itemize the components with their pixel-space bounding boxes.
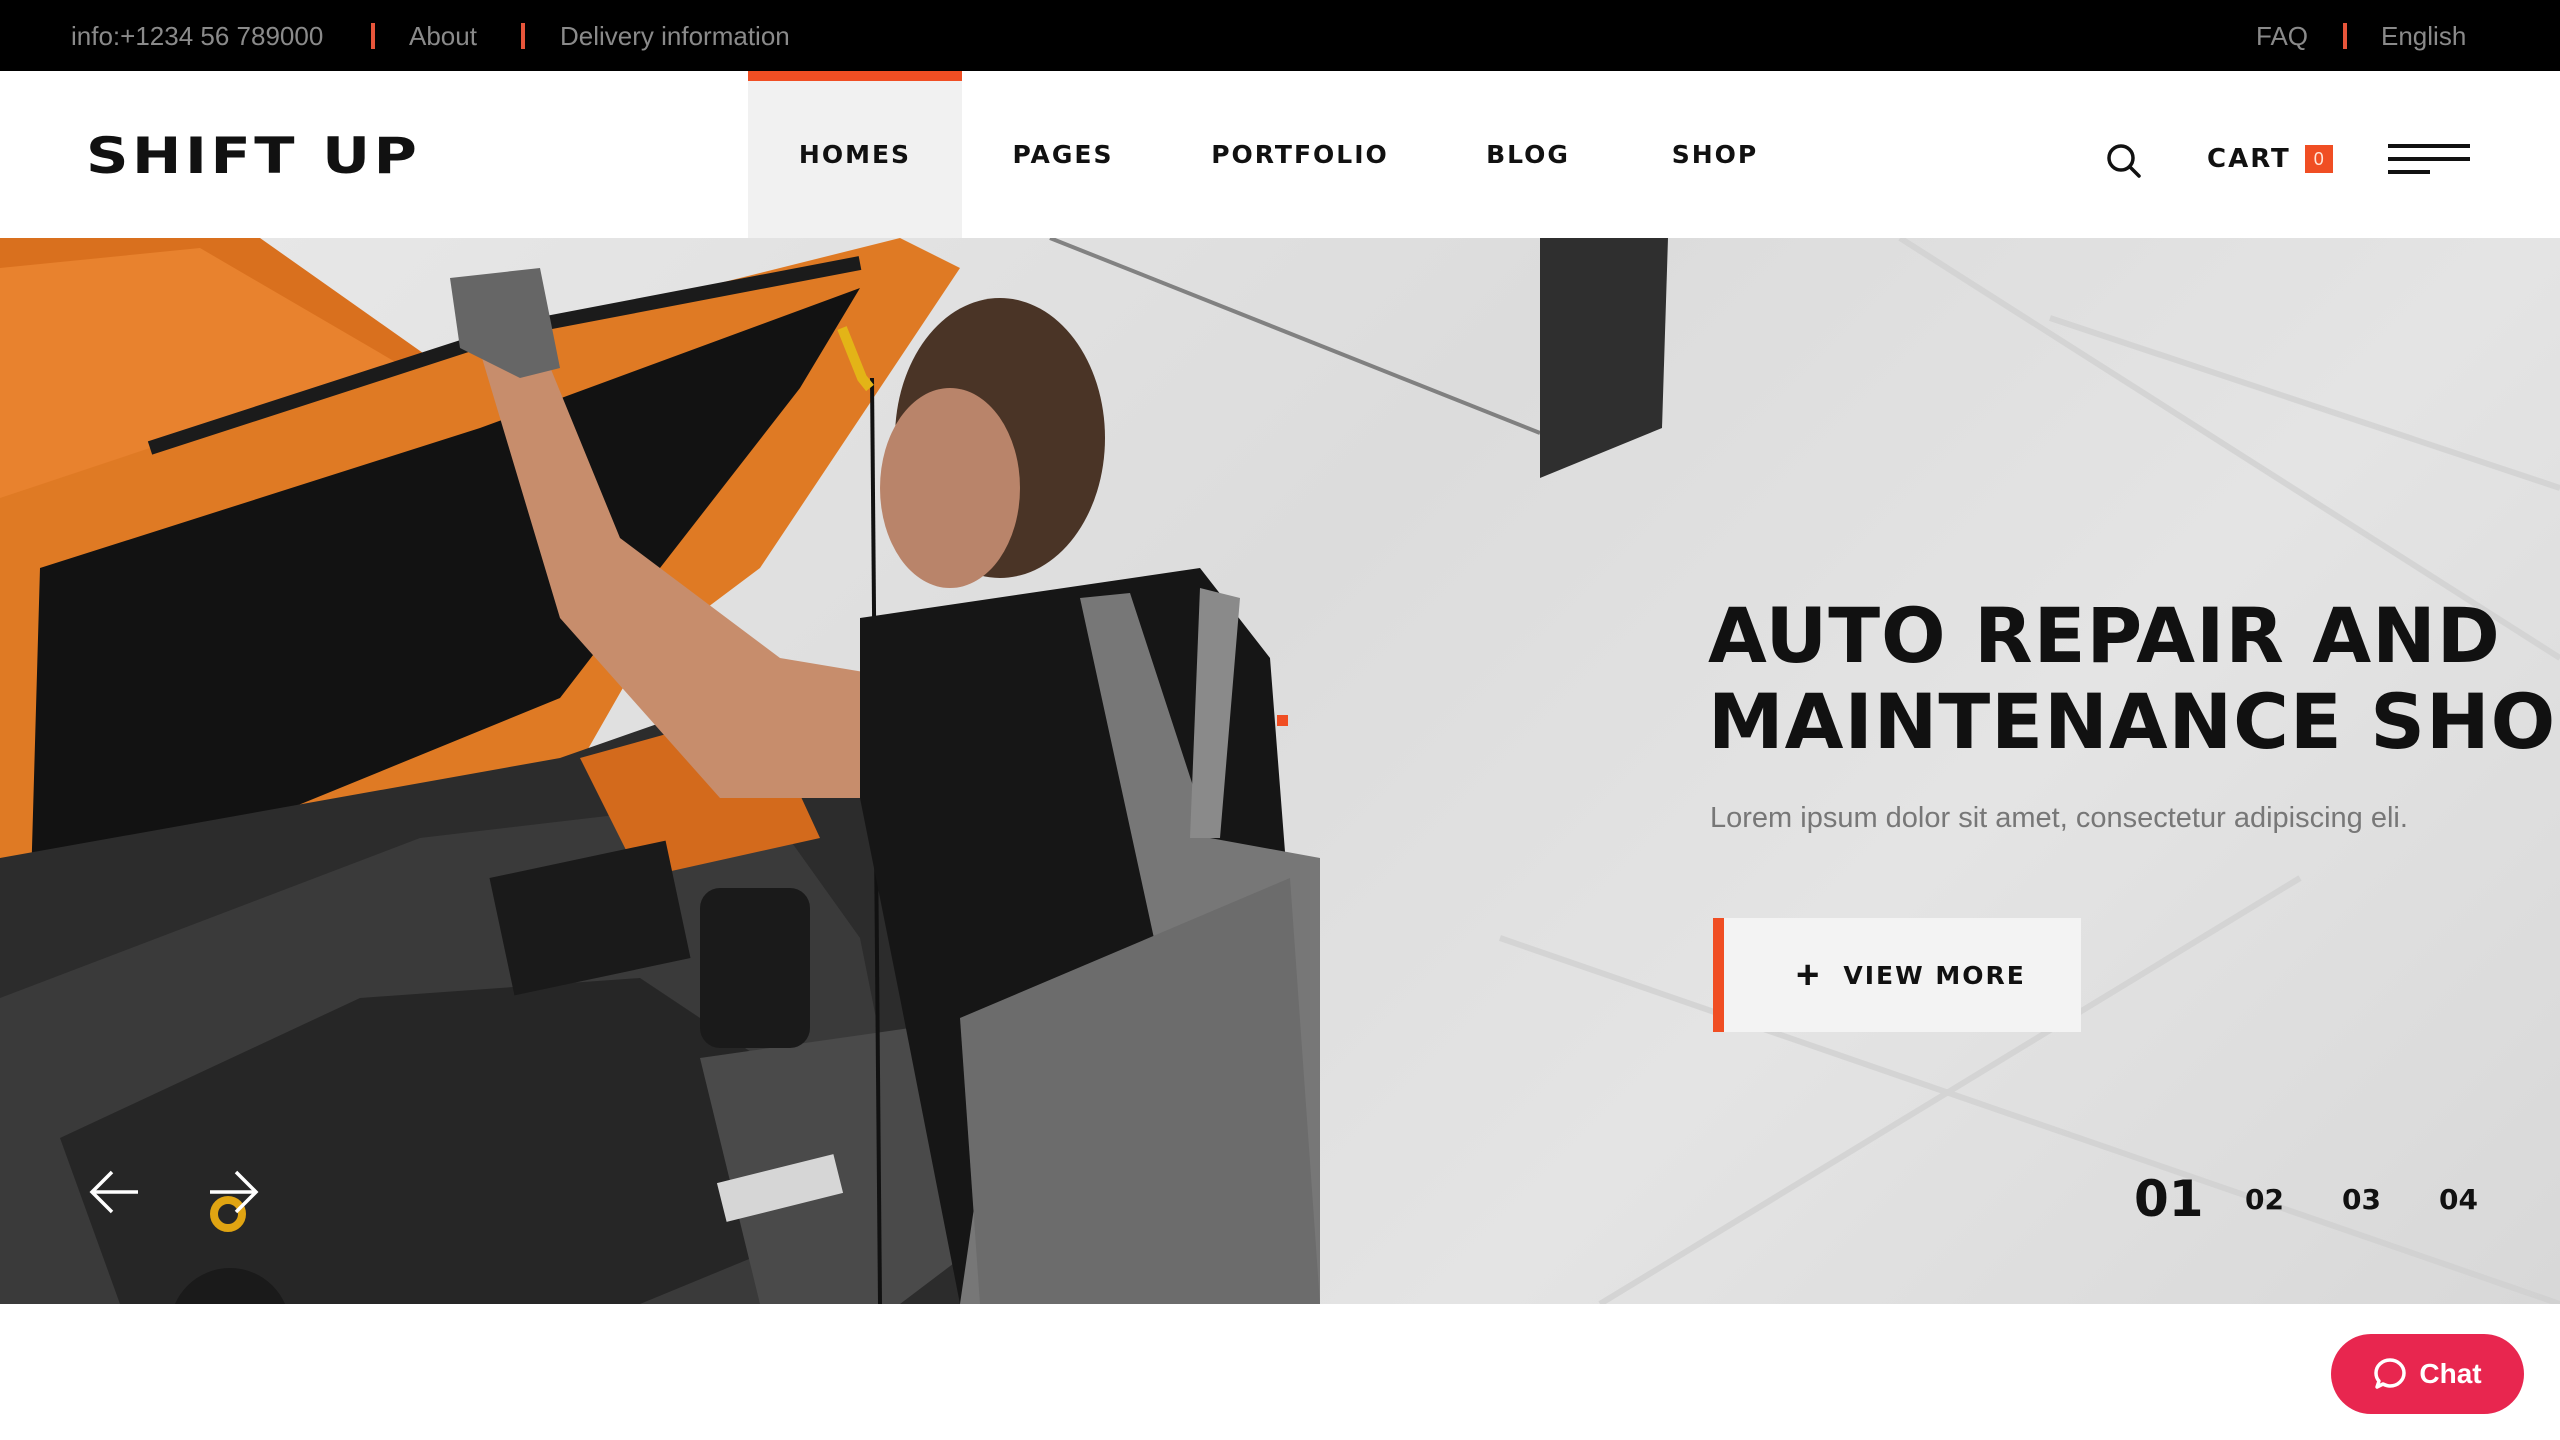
logo[interactable]: SHIFT UP bbox=[86, 127, 420, 185]
separator bbox=[371, 23, 375, 49]
slide-indicator-01[interactable]: 01 bbox=[2134, 1170, 2204, 1228]
hero-title-line: AUTO REPAIR AND bbox=[1708, 591, 2501, 680]
slide-indicator-03[interactable]: 03 bbox=[2342, 1183, 2381, 1216]
nav-item-blog[interactable]: BLOG bbox=[1470, 71, 1586, 238]
delivery-information-link[interactable]: Delivery information bbox=[560, 20, 790, 52]
chat-label: Chat bbox=[2419, 1358, 2482, 1389]
cart-count-badge: 0 bbox=[2304, 145, 2333, 173]
nav-item-label: SHOP bbox=[1671, 140, 1759, 169]
nav-item-label: BLOG bbox=[1486, 140, 1570, 169]
view-more-button[interactable]: + VIEW MORE bbox=[1713, 918, 2081, 1032]
nav-item-pages[interactable]: PAGES bbox=[990, 71, 1136, 238]
hero-title-line: MAINTENANCE SHOP bbox=[1708, 677, 2560, 766]
nav-item-portfolio[interactable]: PORTFOLIO bbox=[1200, 71, 1400, 238]
main-header: SHIFT UP HOMES PAGES PORTFOLIO BLOG SHOP… bbox=[0, 71, 2560, 238]
search-icon[interactable] bbox=[2104, 141, 2144, 181]
nav-item-label: HOMES bbox=[798, 140, 912, 169]
slide-indicator-02[interactable]: 02 bbox=[2245, 1183, 2284, 1216]
plus-icon: + bbox=[1796, 953, 1820, 997]
slider-accent-marker bbox=[1277, 715, 1288, 726]
nav-item-homes[interactable]: HOMES bbox=[748, 71, 962, 238]
nav-item-label: PORTFOLIO bbox=[1211, 140, 1389, 169]
hero-title: AUTO REPAIR AND MAINTENANCE SHOP bbox=[1708, 593, 2560, 765]
nav-item-label: PAGES bbox=[1012, 140, 1114, 169]
slide-indicator-04[interactable]: 04 bbox=[2439, 1183, 2478, 1216]
chat-bubble-icon bbox=[2374, 1358, 2407, 1389]
cart-button[interactable]: CART 0 bbox=[2207, 144, 2333, 174]
about-link[interactable]: About bbox=[409, 20, 477, 52]
hamburger-menu-icon[interactable] bbox=[2388, 144, 2472, 178]
top-bar: info:+1234 56 789000 About Delivery info… bbox=[0, 0, 2560, 71]
nav-item-shop[interactable]: SHOP bbox=[1660, 71, 1770, 238]
view-more-label: VIEW MORE bbox=[1843, 960, 2026, 990]
cart-label: CART bbox=[2207, 144, 2291, 174]
language-selector[interactable]: English bbox=[2381, 20, 2466, 52]
hero-slider: AUTO REPAIR AND MAINTENANCE SHOP Lorem i… bbox=[0, 238, 2560, 1304]
hero-subtitle: Lorem ipsum dolor sit amet, consectetur … bbox=[1710, 802, 2408, 834]
hero-background-image bbox=[0, 238, 2560, 1304]
separator bbox=[521, 23, 525, 49]
arrow-left-icon[interactable] bbox=[86, 1168, 142, 1216]
separator bbox=[2343, 23, 2347, 49]
chat-button[interactable]: Chat bbox=[2331, 1334, 2524, 1414]
faq-link[interactable]: FAQ bbox=[2256, 20, 2308, 52]
contact-phone-link[interactable]: info:+1234 56 789000 bbox=[71, 20, 323, 52]
arrow-right-icon[interactable] bbox=[206, 1168, 262, 1216]
